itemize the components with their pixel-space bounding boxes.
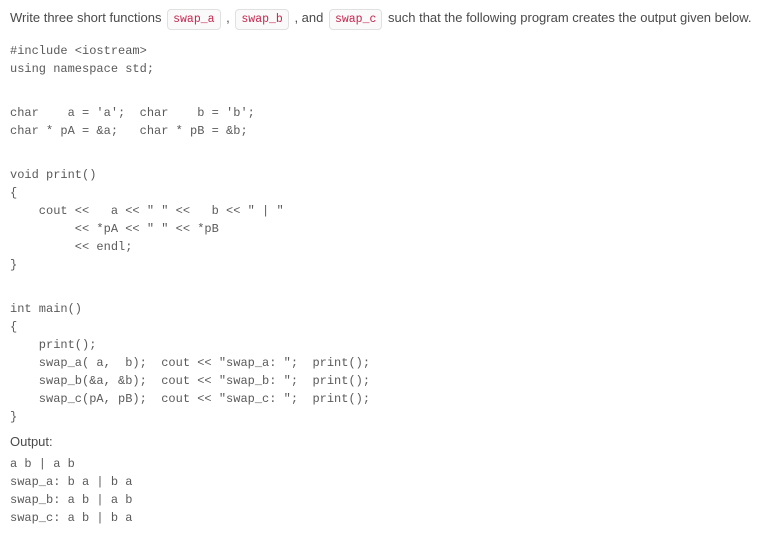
code-includes: #include <iostream> using namespace std; bbox=[10, 42, 763, 78]
intro-sep2: , and bbox=[294, 10, 327, 25]
output-label: Output: bbox=[10, 434, 763, 449]
intro-prefix: Write three short functions bbox=[10, 10, 165, 25]
intro-suffix: such that the following program creates … bbox=[388, 10, 752, 25]
badge-swap-c: swap_c bbox=[329, 9, 382, 30]
code-mainfn: int main() { print(); swap_a( a, b); cou… bbox=[10, 300, 763, 426]
code-printfn: void print() { cout << a << " " << b << … bbox=[10, 166, 763, 274]
badge-swap-a: swap_a bbox=[167, 9, 220, 30]
problem-statement: Write three short functions swap_a , swa… bbox=[10, 8, 763, 30]
code-decls: char a = 'a'; char b = 'b'; char * pA = … bbox=[10, 104, 763, 140]
code-blank3 bbox=[10, 278, 763, 296]
intro-sep1: , bbox=[226, 10, 233, 25]
code-blank2 bbox=[10, 144, 763, 162]
badge-swap-b: swap_b bbox=[235, 9, 288, 30]
code-blank1 bbox=[10, 82, 763, 100]
output-block: a b | a b swap_a: b a | b a swap_b: a b … bbox=[10, 455, 763, 527]
